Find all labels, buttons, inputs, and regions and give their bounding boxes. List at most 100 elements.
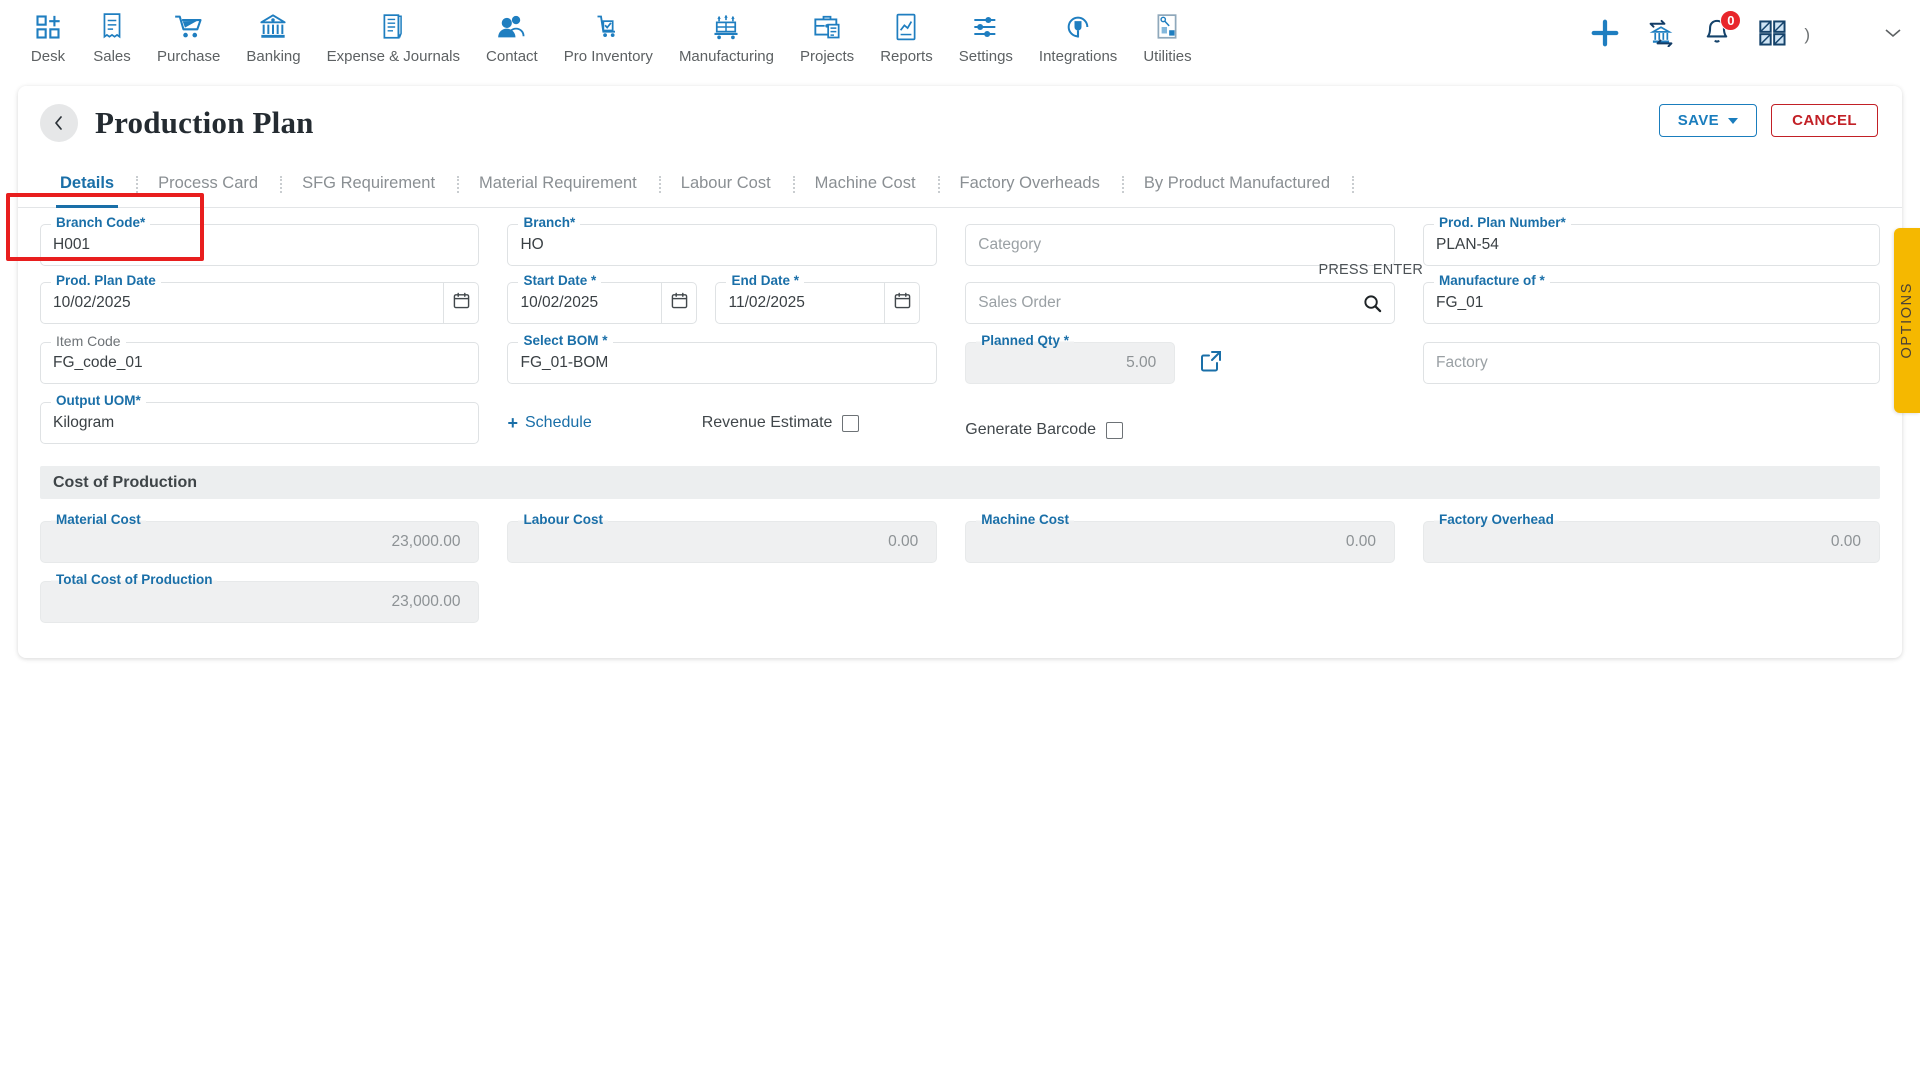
nav-item-list: Desk Sales Purchase Banking Expense & Jo [16, 10, 1205, 66]
calendar-icon [671, 292, 688, 314]
branch-field[interactable]: Branch* HO [507, 216, 938, 266]
briefcase-doc-icon [810, 10, 844, 44]
cost-col-3: Machine Cost 0.00 [965, 513, 1423, 563]
branch-code-field[interactable]: Branch Code* H001 [40, 216, 480, 266]
output-uom-field[interactable]: Output UOM* Kilogram [40, 394, 480, 444]
options-side-tab[interactable]: OPTIONS [1894, 228, 1920, 413]
chevron-down-icon[interactable] [1884, 26, 1902, 45]
factory-placeholder: Factory [1436, 354, 1488, 371]
nav-label: Utilities [1143, 48, 1192, 65]
form-col-1: Output UOM* Kilogram [40, 394, 507, 444]
material-cost-label: Material Cost [51, 513, 146, 527]
nav-item-desk[interactable]: Desk [16, 10, 80, 66]
form-col-3: PRESS ENTER Sales Order [965, 262, 1423, 324]
nav-label: Integrations [1038, 48, 1118, 65]
manufacture-of-label: Manufacture of * [1434, 274, 1550, 288]
checkbox-box [842, 414, 860, 432]
nav-item-settings[interactable]: Settings [946, 10, 1026, 66]
prod-plan-date-picker-button[interactable] [443, 282, 480, 324]
end-date-field[interactable]: End Date * 11/02/2025 [715, 274, 921, 324]
nav-paren-glyph: ) [1804, 25, 1810, 44]
tab-machine-cost[interactable]: Machine Cost [792, 162, 938, 207]
nav-item-integrations[interactable]: Integrations [1026, 10, 1130, 66]
tab-process-card[interactable]: Process Card [136, 162, 280, 207]
nav-label: Expense & Journals [326, 48, 461, 65]
select-bom-value: FG_01-BOM [520, 354, 609, 371]
form-col-2: Select BOM * FG_01-BOM [507, 334, 965, 384]
item-code-field[interactable]: Item Code FG_code_01 [40, 334, 480, 384]
nav-item-expense-journals[interactable]: Expense & Journals [314, 10, 473, 66]
tab-factory-overheads[interactable]: Factory Overheads [937, 162, 1122, 207]
revenue-estimate-checkbox[interactable]: Revenue Estimate [702, 414, 860, 432]
nav-item-contact[interactable]: Contact [473, 10, 551, 66]
nav-item-purchase[interactable]: Purchase [144, 10, 233, 66]
cost-col-1: Material Cost 23,000.00 [40, 513, 507, 563]
cost-of-production-form: Material Cost 23,000.00 Labour Cost 0.00… [18, 513, 1902, 623]
notification-badge: 0 [1720, 10, 1742, 31]
branch-label: Branch* [518, 216, 581, 230]
prod-plan-number-value: PLAN-54 [1436, 236, 1499, 253]
prod-plan-date-value: 10/02/2025 [53, 294, 131, 311]
factory-pallet-icon [709, 10, 743, 44]
nav-item-pro-inventory[interactable]: Pro Inventory [551, 10, 666, 66]
form-col-2: + Schedule Revenue Estimate [507, 414, 965, 432]
nav-item-reports[interactable]: Reports [867, 10, 946, 66]
prod-plan-number-field[interactable]: Prod. Plan Number* PLAN-54 [1423, 216, 1880, 266]
end-date-picker-button[interactable] [884, 282, 921, 324]
machine-cost-value: 0.00 [1345, 533, 1377, 550]
machine-cost-field: Machine Cost 0.00 [965, 513, 1396, 563]
nav-item-utilities[interactable]: Utilities [1130, 10, 1204, 66]
notebook-pen-icon [376, 10, 410, 44]
save-button[interactable]: SAVE [1658, 104, 1758, 137]
back-button[interactable] [40, 104, 78, 142]
factory-field[interactable]: Factory [1423, 342, 1880, 384]
nav-item-sales[interactable]: Sales [80, 10, 144, 66]
generate-barcode-label: Generate Barcode [965, 421, 1096, 438]
desk-grid-plus-icon [31, 10, 65, 44]
bank-icon [256, 10, 290, 44]
start-date-picker-button[interactable] [661, 282, 698, 324]
start-date-label: Start Date * [518, 274, 602, 288]
cost-row-2: Total Cost of Production 23,000.00 [40, 573, 1880, 623]
material-cost-field: Material Cost 23,000.00 [40, 513, 480, 563]
planned-qty-open-button[interactable] [1191, 342, 1231, 384]
cancel-button[interactable]: CANCEL [1771, 104, 1878, 137]
tab-by-product-manufactured[interactable]: By Product Manufactured [1121, 162, 1352, 207]
start-date-field[interactable]: Start Date * 10/02/2025 [507, 274, 698, 324]
apps-grid-button[interactable] [1756, 18, 1790, 52]
tab-material-requirement[interactable]: Material Requirement [457, 162, 659, 207]
branch-code-value: H001 [53, 236, 91, 253]
nav-label: Desk [30, 48, 66, 65]
search-icon[interactable] [1363, 294, 1382, 313]
sales-order-field[interactable]: Sales Order [965, 282, 1396, 324]
details-form: Branch Code* H001 Branch* HO Category Pr… [6, 193, 1902, 444]
nav-item-manufacturing[interactable]: Manufacturing [666, 10, 787, 66]
prod-plan-date-field[interactable]: Prod. Plan Date 10/02/2025 [40, 274, 480, 324]
nav-item-banking[interactable]: Banking [233, 10, 313, 66]
nav-label: Reports [880, 48, 933, 65]
category-field[interactable]: Category [965, 224, 1396, 266]
select-bom-field[interactable]: Select BOM * FG_01-BOM [507, 334, 938, 384]
tab-labour-cost[interactable]: Labour Cost [658, 162, 793, 207]
notifications-button[interactable]: 0 [1700, 10, 1742, 52]
manufacture-of-value: FG_01 [1436, 294, 1484, 311]
top-navigation-bar: Desk Sales Purchase Banking Expense & Jo [0, 0, 1920, 86]
planned-qty-label: Planned Qty * [976, 334, 1075, 348]
plus-icon [1590, 18, 1620, 53]
add-button[interactable] [1588, 18, 1622, 52]
tab-sfg-requirement[interactable]: SFG Requirement [280, 162, 457, 207]
nav-item-projects[interactable]: Projects [787, 10, 867, 66]
item-code-value: FG_code_01 [53, 354, 143, 371]
generate-barcode-checkbox[interactable]: Generate Barcode [965, 421, 1123, 439]
add-schedule-button[interactable]: + Schedule [507, 414, 591, 432]
planned-qty-value: 5.00 [1126, 354, 1157, 371]
prod-plan-date-label: Prod. Plan Date [51, 274, 161, 288]
tab-details[interactable]: Details [38, 162, 136, 208]
sales-order-placeholder: Sales Order [978, 294, 1061, 311]
shopping-cart-icon [172, 10, 206, 44]
chevron-left-icon [51, 115, 67, 131]
save-button-label: SAVE [1677, 112, 1720, 129]
options-side-tab-label: OPTIONS [1899, 282, 1915, 359]
manufacture-of-field[interactable]: Manufacture of * FG_01 [1423, 274, 1880, 324]
bank-transfer-button[interactable] [1644, 18, 1678, 52]
